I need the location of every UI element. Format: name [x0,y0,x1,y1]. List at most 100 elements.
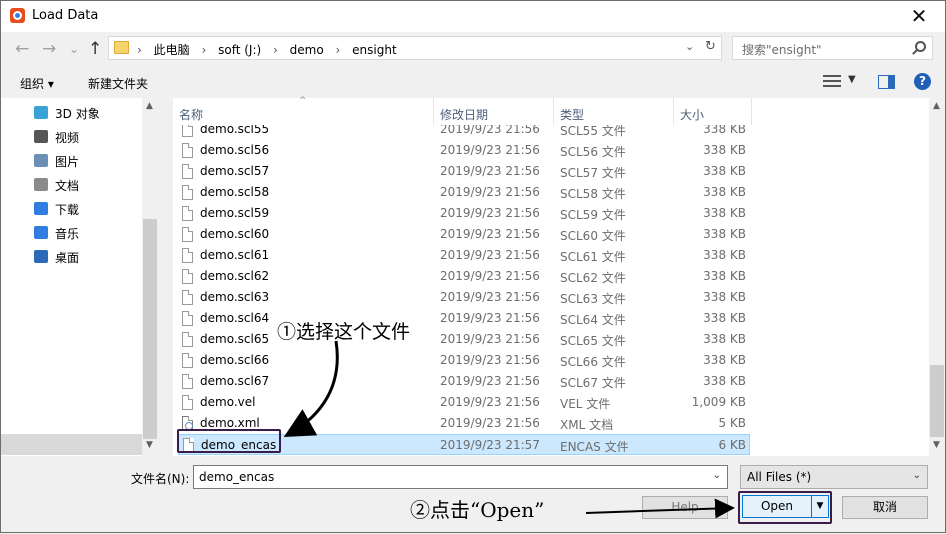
file-list-scrollbar[interactable]: ▲ ▼ [929,98,945,456]
file-icon [182,227,193,242]
forward-arrow-icon[interactable]: → [42,39,56,59]
chevron-down-icon[interactable]: ⌄ [713,470,721,481]
3d-objects-icon [34,106,48,119]
file-type-filter[interactable]: All Files (*) ⌄ [740,465,928,489]
file-icon [182,248,193,263]
file-date: 2019/9/23 21:56 [440,143,540,157]
help-button[interactable]: Help [642,496,728,519]
table-row[interactable]: demo.scl56 2019/9/23 21:56 SCL56 文件 338 KB [173,140,751,161]
table-row[interactable]: demo.scl55 2019/9/23 21:56 SCL55 文件 338 KB [173,125,751,140]
breadcrumb-item-this-pc[interactable]: 此电脑 [154,43,190,57]
scroll-up-icon[interactable]: ▲ [146,101,153,111]
video-icon [34,130,48,143]
file-name: demo.scl57 [200,164,270,178]
new-folder-button[interactable]: 新建文件夹 [88,75,148,92]
up-arrow-icon[interactable]: ↑ [88,39,102,59]
file-name: demo.scl62 [200,269,270,283]
file-size: 338 KB [703,269,746,283]
filename-label: 文件名(N): [131,472,190,486]
file-rows: demo.scl55 2019/9/23 21:56 SCL55 文件 338 KB d… [173,125,929,456]
file-icon [182,353,193,368]
download-icon [34,202,48,215]
file-type: XML 文档 [560,418,614,432]
scroll-down-icon[interactable]: ▼ [146,440,153,450]
file-date: 2019/9/23 21:56 [440,374,540,388]
annotation-step2: ②点击“Open” [410,498,545,522]
help-icon[interactable]: ? [914,73,931,90]
chevron-down-icon[interactable]: ▼ [848,74,856,85]
window-title: Load Data [32,8,99,23]
file-date: 2019/9/23 21:56 [440,416,540,430]
table-row[interactable]: demo.scl59 2019/9/23 21:56 SCL59 文件 338 KB [173,203,751,224]
table-row[interactable]: demo.scl58 2019/9/23 21:56 SCL58 文件 338 KB [173,182,751,203]
table-row[interactable]: demo.scl62 2019/9/23 21:56 SCL62 文件 338 KB [173,266,751,287]
filename-value: demo_encas [199,470,275,484]
file-size: 5 KB [718,416,746,430]
column-header-type[interactable]: 类型 [554,98,674,125]
sidebar-item-label: 视频 [55,131,80,145]
file-icon [182,125,193,137]
table-row[interactable]: demo.scl60 2019/9/23 21:56 SCL60 文件 338 KB [173,224,751,245]
file-type: SCL64 文件 [560,313,626,327]
file-type: SCL61 文件 [560,250,626,264]
file-type: SCL58 文件 [560,187,626,201]
file-type: SCL56 文件 [560,145,626,159]
file-type: SCL62 文件 [560,271,626,285]
chevron-down-icon[interactable]: ⌄ [913,470,921,481]
chevron-down-icon[interactable]: ⌄ [685,40,694,53]
breadcrumb-item-demo[interactable]: demo [290,43,324,57]
column-header-name[interactable]: 名称 ^ [173,96,434,125]
column-header-name-label: 名称 [179,108,204,122]
file-list-scroll-thumb[interactable] [930,365,944,437]
file-type: VEL 文件 [560,397,611,411]
table-row[interactable]: demo.scl67 2019/9/23 21:56 SCL67 文件 338 KB [173,371,751,392]
nav-scrollbar[interactable]: ▲ ▼ [142,98,158,456]
file-icon [182,206,193,221]
view-options-icon[interactable] [823,73,841,89]
close-icon[interactable]: ✕ [897,1,941,32]
table-row[interactable]: demo.scl57 2019/9/23 21:56 SCL57 文件 338 KB [173,161,751,182]
scroll-up-icon[interactable]: ▲ [933,101,940,111]
file-icon [182,311,193,326]
pictures-icon [34,154,48,167]
file-size: 338 KB [703,248,746,262]
file-name: demo.vel [200,395,256,409]
table-row[interactable]: demo.vel 2019/9/23 21:56 VEL 文件 1,009 KB [173,392,751,413]
file-date: 2019/9/23 21:57 [440,438,540,452]
search-icon[interactable] [915,41,926,52]
table-row[interactable]: demo.scl61 2019/9/23 21:56 SCL61 文件 338 KB [173,245,751,266]
preview-pane-icon[interactable] [878,75,895,89]
file-date: 2019/9/23 21:56 [440,269,540,283]
file-name: demo.scl59 [200,206,270,220]
recent-locations-icon[interactable]: ⌄ [69,39,79,59]
file-size: 338 KB [703,290,746,304]
file-size: 338 KB [703,206,746,220]
nav-scroll-thumb[interactable] [143,219,157,439]
back-arrow-icon[interactable]: ← [15,39,29,59]
file-size: 338 KB [703,164,746,178]
search-input[interactable]: 搜索"ensight" [732,36,933,60]
breadcrumb-item-ensight[interactable]: ensight [352,43,397,57]
breadcrumb-separator: › [137,43,142,57]
table-row[interactable]: demo.scl66 2019/9/23 21:56 SCL66 文件 338 KB [173,350,751,371]
column-header-size[interactable]: 大小 [674,98,752,125]
nav-item-highlight[interactable] [1,434,142,455]
refresh-icon[interactable]: ↻ [705,39,716,54]
address-bar[interactable]: › 此电脑 › soft (J:) › demo › ensight ⌄ ↻ [108,36,722,60]
breadcrumb-item-soft-drive[interactable]: soft (J:) [218,43,261,57]
cancel-button[interactable]: 取消 [842,496,928,519]
file-name: demo.scl58 [200,185,270,199]
organize-button[interactable]: 组织 ▾ [20,75,54,92]
file-type: SCL63 文件 [560,292,626,306]
table-row[interactable]: demo.scl63 2019/9/23 21:56 SCL63 文件 338 KB [173,287,751,308]
table-row[interactable]: demo.scl64 2019/9/23 21:56 SCL64 文件 338 KB [173,308,751,329]
scroll-down-icon[interactable]: ▼ [933,440,940,450]
file-name: demo.scl60 [200,227,270,241]
table-row[interactable]: demo.scl65 2019/9/23 21:56 SCL65 文件 338 KB [173,329,751,350]
column-header-date[interactable]: 修改日期 [434,98,554,125]
file-type: SCL60 文件 [560,229,626,243]
breadcrumb-separator: › [201,43,207,57]
folder-icon [114,41,129,54]
file-name: demo.scl63 [200,290,270,304]
filename-input[interactable]: demo_encas ⌄ [193,465,728,489]
